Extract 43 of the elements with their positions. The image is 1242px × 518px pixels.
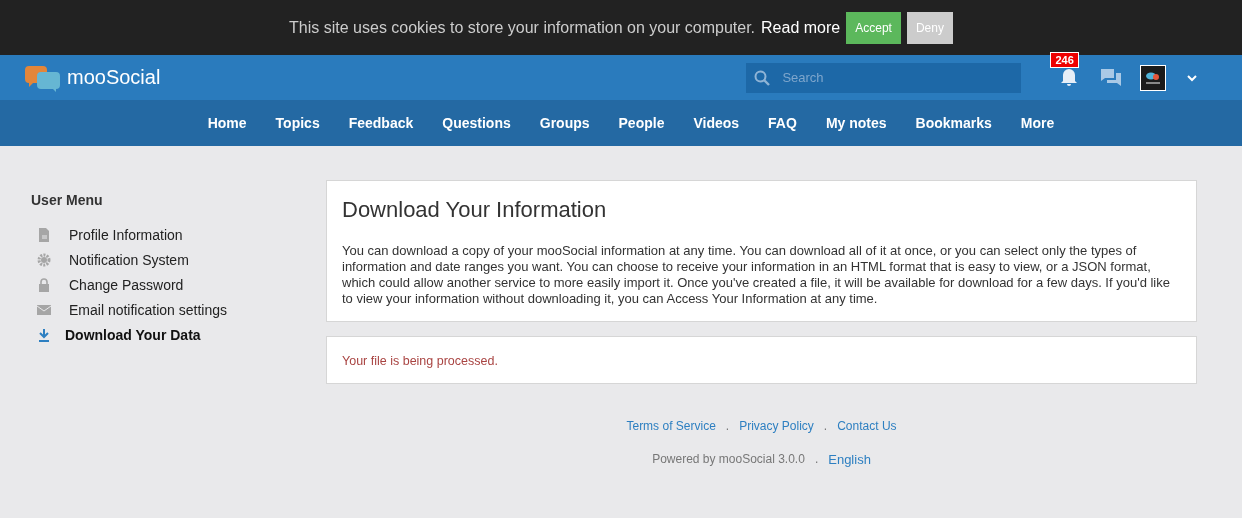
separator-dot: .	[823, 419, 828, 433]
sidebar-item[interactable]: Download Your Data	[31, 322, 321, 347]
chat-icon[interactable]	[1100, 67, 1123, 88]
download-icon	[37, 327, 51, 342]
nav-link[interactable]: Topics	[275, 115, 320, 131]
search-field[interactable]: Search	[746, 62, 1022, 93]
footer-link[interactable]: Privacy Policy	[739, 419, 814, 433]
nav-link[interactable]: Groups	[539, 115, 590, 131]
nav-link[interactable]: Home	[207, 115, 247, 131]
search-icon	[754, 69, 771, 86]
document-icon	[37, 227, 51, 242]
sidebar-item[interactable]: Change Password	[31, 272, 321, 297]
envelope-icon	[37, 302, 51, 317]
nav-link[interactable]: FAQ	[768, 115, 797, 131]
logo-icon	[25, 63, 61, 92]
page-title: Download Your Information	[342, 197, 608, 223]
logo-text[interactable]: mooSocial	[67, 66, 161, 89]
avatar-icon[interactable]	[1140, 64, 1167, 91]
nav-link[interactable]: Questions	[442, 115, 511, 131]
nav-link[interactable]: Videos	[693, 115, 740, 131]
bell-icon[interactable]	[1060, 67, 1079, 88]
sidebar-item[interactable]: Email notification settings	[31, 297, 321, 322]
sidebar-item[interactable]: Profile Information	[31, 222, 321, 247]
cookie-message: This site uses cookies to store your information on your computer.	[289, 18, 756, 37]
nav-link[interactable]: People	[618, 115, 665, 131]
footer-link[interactable]: Contact Us	[837, 419, 897, 433]
nav-link[interactable]: Bookmarks	[915, 115, 992, 131]
separator-dot: .	[814, 452, 819, 467]
powered-by-text: Powered by mooSocial 3.0.0	[652, 452, 805, 467]
sidebar-item[interactable]: Notification System	[31, 247, 321, 272]
caret-icon[interactable]	[1186, 73, 1199, 82]
nav-link[interactable]: My notes	[825, 115, 887, 131]
lock-icon	[37, 277, 51, 292]
read-more-link[interactable]: Read more	[761, 18, 841, 37]
status-message: Your file is being processed.	[342, 354, 498, 368]
language-link[interactable]: English	[828, 452, 871, 467]
footer-link[interactable]: Terms of Service	[626, 419, 716, 433]
nav-link[interactable]: More	[1020, 115, 1055, 131]
separator-dot: .	[725, 419, 730, 433]
description-text: You can download a copy of your mooSocial information at any time. You can download all of it at once, or you can select only the types of information and date ranges you want. You can choose to receive your information in an HTML format that is easy to view, or a JSON format, which could allow another service to more easily import it. Once you've created a file, it will be available for download for a few days. If you'd like to view your information without downloading it, you can Access Your Information at any time.	[342, 243, 1171, 307]
sidebar-title: User Menu	[31, 192, 104, 208]
nav-link[interactable]: Feedback	[348, 115, 414, 131]
settings-icon	[37, 252, 51, 267]
